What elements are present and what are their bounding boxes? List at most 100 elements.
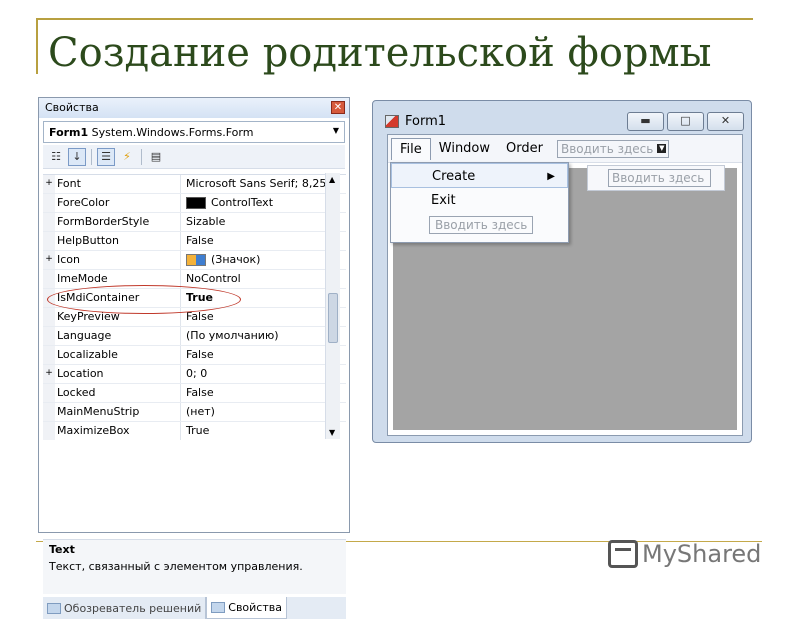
- menu-strip: File Window Order Вводить здесь ▼: [388, 135, 742, 163]
- chevron-down-icon[interactable]: ▼: [333, 126, 339, 135]
- property-value[interactable]: True: [181, 422, 346, 440]
- property-row[interactable]: FormBorderStyle Sizable: [43, 213, 346, 232]
- tab-solution-explorer[interactable]: Обозреватель решений: [43, 597, 207, 619]
- property-gutter: [43, 194, 55, 212]
- object-name: Form1: [49, 126, 89, 139]
- property-value-text: True: [186, 424, 210, 437]
- close-button[interactable]: ✕: [707, 112, 744, 131]
- form1-titlebar: Form1: [385, 114, 446, 129]
- solution-explorer-icon: [47, 602, 61, 614]
- events-icon[interactable]: ⚡: [118, 148, 136, 166]
- properties-icon[interactable]: ☰: [97, 147, 115, 166]
- menu-order[interactable]: Order: [498, 138, 551, 159]
- property-gutter: [43, 403, 55, 421]
- property-value[interactable]: ControlText: [181, 194, 346, 212]
- property-row[interactable]: + Location 0; 0: [43, 365, 346, 384]
- property-value[interactable]: False: [181, 308, 346, 326]
- property-value[interactable]: False: [181, 346, 346, 364]
- minimize-button[interactable]: ▬: [627, 112, 664, 131]
- expand-icon[interactable]: +: [43, 251, 55, 269]
- property-gutter: [43, 384, 55, 402]
- property-name: Locked: [55, 384, 181, 402]
- form-icon: [385, 115, 399, 128]
- property-pages-icon[interactable]: ▤: [147, 148, 165, 166]
- alphabetical-icon[interactable]: ↓: [68, 147, 86, 166]
- property-value[interactable]: (Значок): [181, 251, 346, 269]
- property-name: Language: [55, 327, 181, 345]
- form1-window: Form1 ▬ □ ✕ File Window Order Вводить зд…: [372, 100, 752, 443]
- property-value-text: False: [186, 386, 214, 399]
- expand-icon[interactable]: +: [43, 175, 55, 193]
- property-gutter: [43, 422, 55, 440]
- property-value[interactable]: Sizable: [181, 213, 346, 231]
- property-value[interactable]: Microsoft Sans Serif; 8,25pt: [181, 175, 346, 193]
- categorized-icon[interactable]: ☷: [47, 148, 65, 166]
- close-icon[interactable]: ✕: [331, 101, 345, 114]
- property-value-text: False: [186, 234, 214, 247]
- property-name: MaximizeBox: [55, 422, 181, 440]
- logo-text: MyShared: [642, 540, 762, 568]
- property-value[interactable]: (нет): [181, 403, 346, 421]
- properties-tab-icon: [211, 602, 226, 613]
- submenu-type-here[interactable]: Вводить здесь: [608, 169, 712, 187]
- property-value-text: 0; 0: [186, 367, 208, 380]
- slide-title: Создание родительской формы: [48, 30, 712, 76]
- property-value[interactable]: False: [181, 232, 346, 250]
- presentation-icon: [608, 540, 638, 568]
- property-gutter: [43, 346, 55, 364]
- object-selector[interactable]: Form1 System.Windows.Forms.Form ▼: [43, 121, 345, 143]
- description-pane: Text Текст, связанный с элементом управл…: [43, 539, 346, 594]
- properties-panel: Свойства ✕ Form1 System.Windows.Forms.Fo…: [38, 97, 350, 619]
- scroll-thumb[interactable]: [328, 293, 338, 343]
- icon-preview: [186, 254, 206, 266]
- type-here-label: Вводить здесь: [560, 141, 654, 156]
- menu-item-create[interactable]: Create ▶: [391, 163, 568, 188]
- chevron-down-icon[interactable]: ▼: [657, 143, 667, 153]
- properties-titlebar: Свойства ✕: [39, 98, 349, 118]
- property-value[interactable]: False: [181, 384, 346, 402]
- file-dropdown: Create ▶ Exit Вводить здесь: [390, 162, 569, 243]
- menu-item-label: Exit: [431, 193, 456, 208]
- property-row[interactable]: + Icon (Значок): [43, 251, 346, 270]
- property-value-text: (нет): [186, 405, 215, 418]
- property-row[interactable]: MaximizeBox True: [43, 422, 346, 440]
- property-row[interactable]: ForeColor ControlText: [43, 194, 346, 213]
- scroll-up-icon[interactable]: ▲: [329, 175, 335, 184]
- property-row[interactable]: HelpButton False: [43, 232, 346, 251]
- property-value-text: (По умолчанию): [186, 329, 279, 342]
- property-name: Localizable: [55, 346, 181, 364]
- menu-type-here[interactable]: Вводить здесь ▼: [556, 139, 670, 158]
- maximize-button[interactable]: □: [667, 112, 704, 131]
- description-text: Текст, связанный с элементом управления.: [49, 560, 303, 573]
- property-row[interactable]: Locked False: [43, 384, 346, 403]
- form1-title: Form1: [405, 114, 447, 129]
- property-name: FormBorderStyle: [55, 213, 181, 231]
- dropdown-type-here[interactable]: Вводить здесь: [429, 216, 534, 234]
- menu-file[interactable]: File: [391, 137, 431, 160]
- scroll-down-icon[interactable]: ▼: [329, 428, 335, 437]
- expand-icon[interactable]: +: [43, 365, 55, 383]
- property-row[interactable]: + Font Microsoft Sans Serif; 8,25pt: [43, 175, 346, 194]
- toolbar-separator: [141, 148, 142, 165]
- property-name: MainMenuStrip: [55, 403, 181, 421]
- property-name: HelpButton: [55, 232, 181, 250]
- property-row[interactable]: Localizable False: [43, 346, 346, 365]
- toolbar-separator: [91, 148, 92, 165]
- property-value[interactable]: NoControl: [181, 270, 346, 288]
- property-row[interactable]: MainMenuStrip (нет): [43, 403, 346, 422]
- property-row[interactable]: Language (По умолчанию): [43, 327, 346, 346]
- menu-item-exit[interactable]: Exit: [391, 188, 568, 213]
- property-value-text: NoControl: [186, 272, 241, 285]
- property-value-text: ControlText: [211, 196, 274, 209]
- myshared-logo: MyShared: [608, 540, 761, 568]
- properties-title: Свойства: [45, 101, 99, 114]
- property-gutter: [43, 213, 55, 231]
- tab-properties[interactable]: Свойства: [206, 597, 287, 619]
- tab-label: Свойства: [228, 601, 282, 614]
- property-value[interactable]: 0; 0: [181, 365, 346, 383]
- properties-toolbar: ☷ ↓ ☰ ⚡ ▤: [43, 145, 345, 169]
- property-value[interactable]: (По умолчанию): [181, 327, 346, 345]
- property-grid-scrollbar[interactable]: ▲ ▼: [325, 173, 340, 439]
- property-name: ForeColor: [55, 194, 181, 212]
- menu-window[interactable]: Window: [431, 138, 498, 159]
